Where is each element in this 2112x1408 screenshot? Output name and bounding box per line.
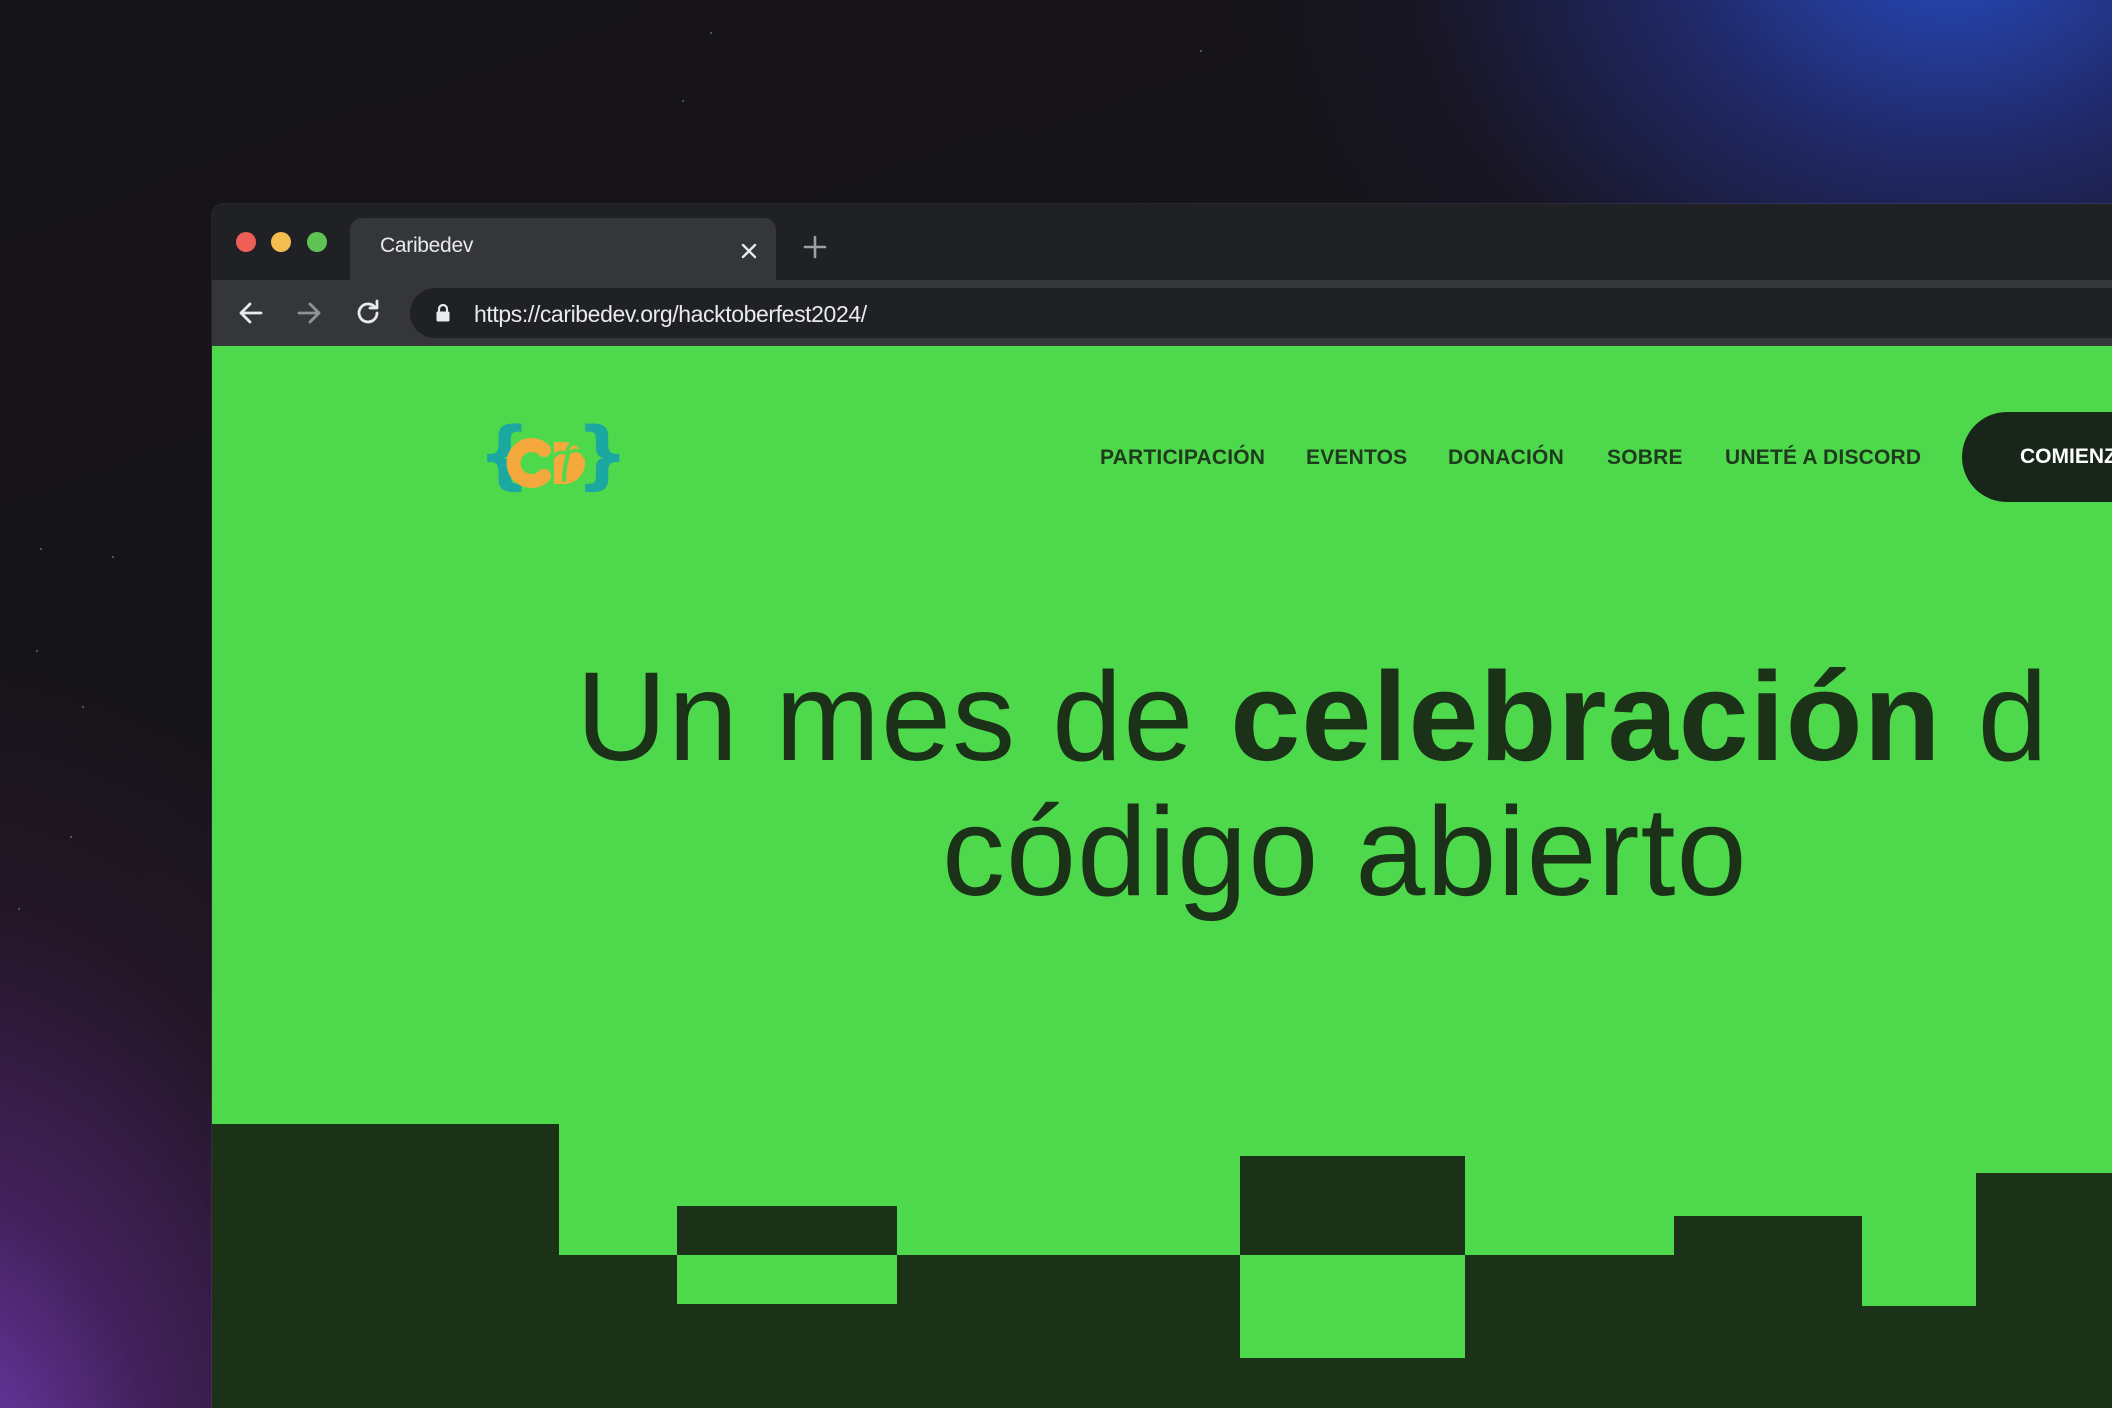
desktop-background: Caribedev https://caribedev.org/hacktobe…	[0, 0, 2112, 1408]
nav-link-eventos[interactable]: EVENTOS	[1306, 446, 1407, 470]
url-text: https://caribedev.org/hacktoberfest2024/	[474, 301, 867, 327]
start-button[interactable]: COMIENZ	[1962, 412, 2112, 502]
caribedev-logo[interactable]: { }	[478, 418, 620, 498]
close-window-button[interactable]	[236, 232, 256, 252]
address-bar[interactable]: https://caribedev.org/hacktoberfest2024/	[410, 288, 2112, 338]
reload-icon[interactable]	[351, 296, 385, 330]
arrow-right-icon[interactable]	[292, 296, 326, 330]
arrow-left-icon[interactable]	[234, 296, 268, 330]
star	[40, 548, 42, 550]
star	[112, 556, 114, 558]
page-viewport: { } PARTICIPACIÓN EVENTOS DONACIÓN SOBRE…	[212, 346, 2112, 1408]
star	[682, 100, 684, 102]
star	[1200, 50, 1202, 52]
start-button-label: COMIENZ	[2020, 445, 2112, 468]
star	[82, 706, 84, 708]
browser-toolbar: https://caribedev.org/hacktoberfest2024/	[212, 280, 2112, 346]
star	[710, 32, 712, 34]
nav-link-donacion[interactable]: DONACIÓN	[1448, 446, 1564, 470]
hero-text-part: Un mes de	[576, 646, 1231, 787]
minimize-window-button[interactable]	[271, 232, 291, 252]
browser-tab[interactable]: Caribedev	[350, 218, 776, 280]
star	[36, 650, 38, 652]
browser-window: Caribedev https://caribedev.org/hacktobe…	[212, 204, 2112, 1408]
lock-icon	[436, 303, 450, 322]
hero-text-part: d	[1941, 646, 2049, 787]
close-icon[interactable]	[738, 240, 760, 262]
browser-titlebar: Caribedev	[212, 204, 2112, 280]
maximize-window-button[interactable]	[307, 232, 327, 252]
hero-title-line-2: código abierto	[942, 781, 1748, 922]
star	[18, 908, 20, 910]
plus-icon[interactable]	[802, 234, 828, 260]
nav-link-sobre[interactable]: SOBRE	[1607, 446, 1683, 470]
star	[70, 836, 72, 838]
tab-title: Caribedev	[380, 234, 474, 257]
nav-link-discord[interactable]: UNETÉ A DISCORD	[1725, 446, 1921, 470]
hero-title-line-1: Un mes de celebración d	[576, 654, 2049, 780]
hero-text-emphasis: celebración	[1230, 646, 1942, 787]
nav-link-participacion[interactable]: PARTICIPACIÓN	[1100, 446, 1265, 470]
